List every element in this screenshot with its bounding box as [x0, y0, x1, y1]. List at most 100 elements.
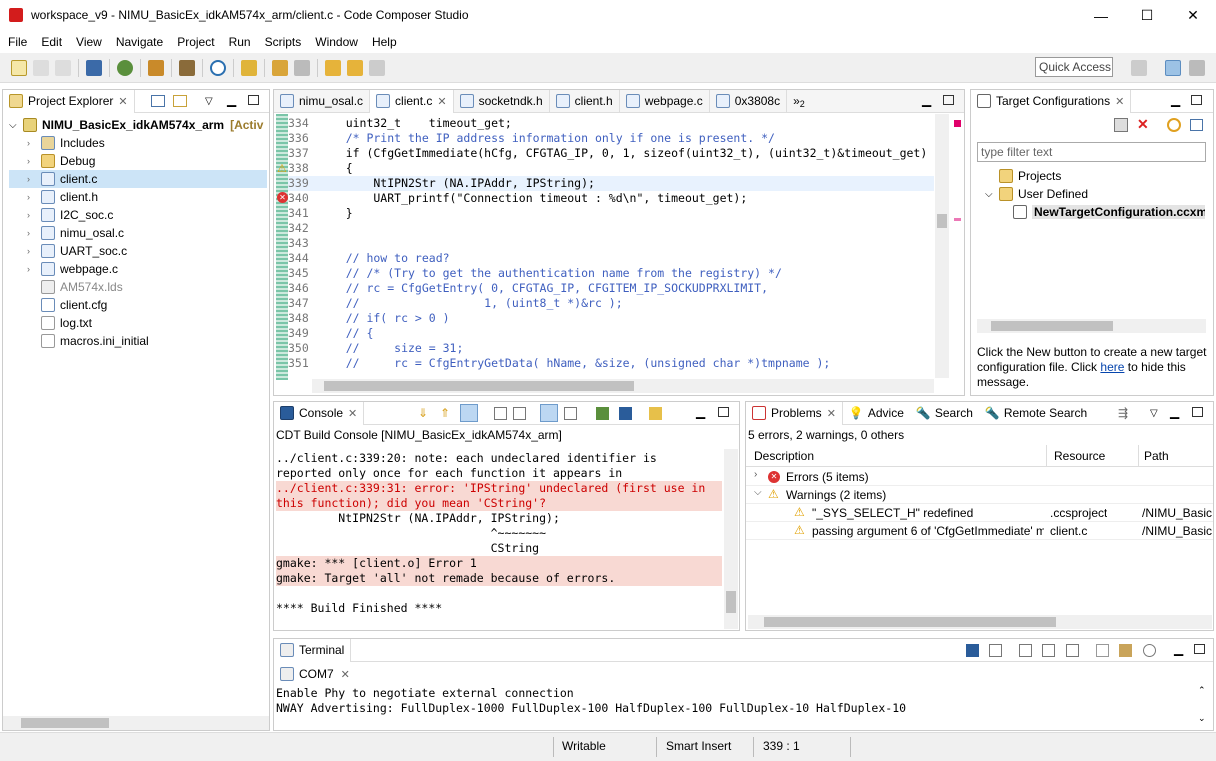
maximize-view-icon[interactable]: [1191, 95, 1202, 105]
tree-item-webpage[interactable]: › webpage.c: [9, 260, 267, 278]
chevron-down-icon[interactable]: ⌵: [985, 189, 999, 200]
tree-item-new-target-config[interactable]: NewTargetConfiguration.ccxml: [985, 203, 1205, 221]
remove-console-icon[interactable]: [564, 407, 577, 420]
minimize-view-icon[interactable]: ▁: [1170, 405, 1179, 419]
toggle-command-input-icon[interactable]: [989, 644, 1002, 657]
open-terminal-icon[interactable]: [966, 644, 979, 657]
save-icon[interactable]: [33, 59, 49, 76]
new-target-icon[interactable]: [1114, 118, 1128, 132]
terminal-output[interactable]: Enable Phy to negotiate external connect…: [276, 686, 1194, 730]
column-resource[interactable]: Resource: [1054, 449, 1105, 463]
scroll-up-icon[interactable]: ⇑: [440, 406, 450, 420]
maximize-view-icon[interactable]: [1192, 407, 1203, 417]
settings-icon[interactable]: [1143, 644, 1156, 657]
console-output[interactable]: ../client.c:339:20: note: each undeclare…: [276, 451, 722, 621]
tab-advice[interactable]: 💡 Advice: [843, 402, 910, 425]
tree-item-uart-soc[interactable]: › UART_soc.c: [9, 242, 267, 260]
tree-item-log[interactable]: log.txt: [9, 314, 267, 332]
tree-item-debug[interactable]: › Debug: [9, 152, 267, 170]
tab-terminal[interactable]: Terminal: [274, 638, 352, 662]
tab-client-h[interactable]: client.h: [550, 89, 620, 113]
back-arrow-icon[interactable]: [347, 59, 363, 76]
build-hammer-icon[interactable]: [179, 59, 195, 76]
menu-scripts[interactable]: Scripts: [258, 32, 309, 52]
problems-row[interactable]: ⚠ passing argument 6 of 'CfgGetImmediate'…: [746, 522, 1213, 540]
minimize-view-icon[interactable]: ▁: [1174, 642, 1183, 656]
close-icon[interactable]: ✕: [827, 407, 836, 420]
tab-search[interactable]: 🔦 Search: [910, 402, 979, 425]
pencil-icon[interactable]: [241, 59, 257, 76]
warning-marker-icon[interactable]: ⚠: [277, 162, 287, 175]
menu-project[interactable]: Project: [170, 32, 221, 52]
maximize-view-icon[interactable]: [248, 95, 259, 105]
filter-icon[interactable]: ⇶: [1118, 406, 1128, 420]
tree-item-client-h[interactable]: › client.h: [9, 188, 267, 206]
new-console-icon[interactable]: [649, 407, 662, 420]
close-icon[interactable]: ✕: [348, 407, 357, 420]
minimize-view-icon[interactable]: ▁: [1171, 93, 1180, 107]
pin-console-icon[interactable]: [513, 407, 526, 420]
tab-socketndk-h[interactable]: socketndk.h: [454, 89, 550, 113]
maximize-view-icon[interactable]: [1194, 644, 1205, 654]
menu-run[interactable]: Run: [222, 32, 258, 52]
close-button[interactable]: ✕: [1170, 0, 1216, 31]
filter-input[interactable]: type filter text: [977, 142, 1206, 162]
horizontal-scrollbar[interactable]: [977, 319, 1206, 333]
menu-edit[interactable]: Edit: [34, 32, 69, 52]
menu-file[interactable]: File: [1, 32, 34, 52]
tab-console[interactable]: Console ✕: [274, 401, 365, 425]
tab-problems[interactable]: Problems ✕: [746, 401, 843, 425]
select-all-icon[interactable]: [1066, 644, 1079, 657]
ccs-debug-perspective-icon[interactable]: [1189, 60, 1205, 76]
quick-access-field[interactable]: Quick Access: [1035, 57, 1113, 77]
clear-console-icon[interactable]: [494, 407, 507, 420]
scroll-down-icon[interactable]: ⇓: [418, 406, 428, 420]
chevron-down-icon[interactable]: ⌵: [9, 120, 23, 131]
tab-project-explorer[interactable]: Project Explorer ✕: [3, 89, 135, 113]
chevron-right-icon[interactable]: ›: [754, 469, 757, 480]
tree-item-macros[interactable]: macros.ini_initial: [9, 332, 267, 350]
last-edit-icon[interactable]: [325, 59, 341, 76]
tree-item-client-c[interactable]: › client.c: [9, 170, 267, 188]
copy-icon[interactable]: [1096, 644, 1109, 657]
menu-help[interactable]: Help: [365, 32, 404, 52]
horizontal-scrollbar[interactable]: [748, 615, 1212, 629]
word-wrap-icon[interactable]: [540, 404, 558, 422]
tab-client-c[interactable]: client.c ✕: [370, 89, 454, 113]
tree-item-cfg[interactable]: client.cfg: [9, 296, 267, 314]
hide-message-link[interactable]: here: [1100, 360, 1124, 374]
view-menu-icon[interactable]: ▽: [1150, 408, 1158, 419]
error-marker-icon[interactable]: ✕: [277, 192, 288, 203]
tab-overflow[interactable]: » 2: [787, 90, 811, 113]
code-view[interactable]: 334 uint32_t timeout_get; 336 /* Print th…: [288, 116, 934, 378]
status-insert-mode[interactable]: Smart Insert: [666, 739, 731, 753]
column-path[interactable]: Path: [1144, 449, 1169, 463]
display-console-icon[interactable]: [619, 407, 632, 420]
close-icon[interactable]: ✕: [437, 95, 446, 108]
menu-navigate[interactable]: Navigate: [109, 32, 170, 52]
forward-arrow-icon[interactable]: [369, 59, 385, 76]
task-icon[interactable]: [294, 59, 310, 76]
save-all-icon[interactable]: [55, 59, 71, 76]
maximize-view-icon[interactable]: [718, 407, 729, 417]
problems-row[interactable]: ⌵ ⚠ Warnings (2 items): [746, 486, 1213, 504]
refresh-icon[interactable]: [1167, 118, 1181, 132]
maximize-view-icon[interactable]: [943, 95, 954, 105]
open-console-icon[interactable]: [596, 407, 609, 420]
tab-0x3808c[interactable]: 0x3808c: [710, 89, 788, 113]
maximize-button[interactable]: ☐: [1124, 0, 1170, 31]
scroll-lock-icon[interactable]: [460, 404, 478, 422]
new-icon[interactable]: [11, 59, 27, 76]
column-description[interactable]: Description: [754, 449, 814, 463]
paste-icon[interactable]: [1119, 644, 1132, 657]
editor-horizontal-scrollbar[interactable]: [312, 379, 934, 393]
minimize-button[interactable]: —: [1078, 0, 1124, 31]
tree-item-projects[interactable]: Projects: [985, 167, 1205, 185]
scroll-lock-icon[interactable]: [1019, 644, 1032, 657]
console-vertical-scrollbar[interactable]: [724, 449, 738, 629]
editor-vertical-scrollbar[interactable]: [935, 114, 949, 378]
terminal-vertical-scrollbar[interactable]: ⌃ ⌄: [1196, 685, 1210, 729]
minimize-view-icon[interactable]: ▁: [696, 405, 705, 419]
horizontal-scrollbar[interactable]: [3, 716, 269, 730]
tab-nimu-osal[interactable]: nimu_osal.c: [274, 89, 371, 113]
